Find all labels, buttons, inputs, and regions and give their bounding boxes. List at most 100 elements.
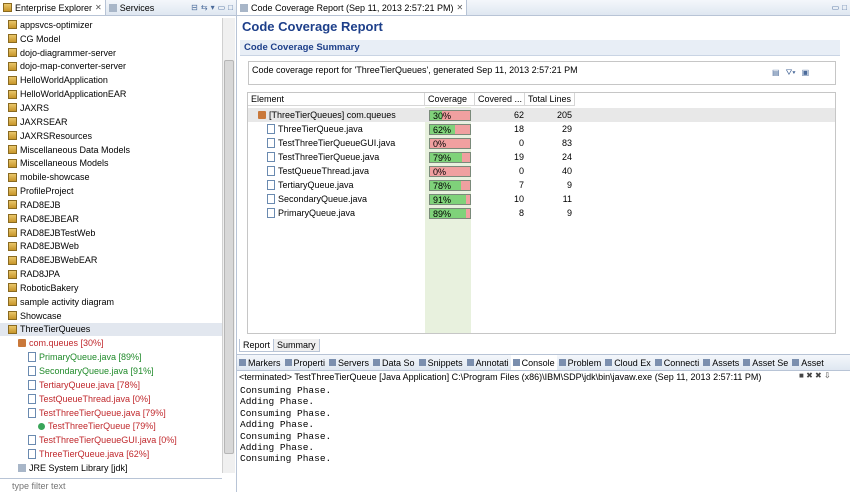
tab-services[interactable]: Services: [106, 0, 158, 15]
terminate-icon[interactable]: ■: [799, 371, 804, 380]
project-icon: [8, 324, 17, 334]
total-lines-cell: 9: [566, 208, 572, 218]
coverage-percent: 0%: [433, 166, 447, 177]
tree-item[interactable]: TestThreeTierQueue.java [79%]: [0, 406, 222, 420]
filter-icon[interactable]: ⛛▾: [786, 68, 796, 78]
tree-item[interactable]: sample activity diagram: [0, 295, 222, 309]
tree-item[interactable]: mobile-showcase: [0, 170, 222, 184]
tab-enterprise-explorer[interactable]: Enterprise Explorer ✕: [0, 0, 106, 15]
tree-item[interactable]: HelloWorldApplication: [0, 73, 222, 87]
remove-all-icon[interactable]: ✖: [815, 371, 822, 380]
editor-window-controls: ▭ □: [832, 3, 850, 12]
tab-code-coverage-report[interactable]: Code Coverage Report (Sep 11, 2013 2:57:…: [237, 0, 468, 15]
coverage-cell: 78%: [429, 179, 471, 191]
tab-data-so[interactable]: Data So: [371, 355, 417, 370]
tab-markers[interactable]: Markers: [237, 355, 283, 370]
tab-asset-se[interactable]: Asset Se: [741, 355, 790, 370]
tab-label: Enterprise Explorer: [15, 2, 93, 13]
tree-item[interactable]: RAD8EJBWebEAR: [0, 253, 222, 267]
tree-item[interactable]: JAXRSEAR: [0, 115, 222, 129]
java-file-icon: [28, 407, 36, 418]
tab-cloud-ex[interactable]: Cloud Ex: [603, 355, 653, 370]
filter-input[interactable]: [0, 480, 204, 492]
column-header-coverage[interactable]: Coverage: [425, 93, 475, 106]
tree-item[interactable]: ThreeTierQueues: [0, 322, 222, 337]
table-row[interactable]: TertiaryQueue.java 78% 7 9: [248, 178, 835, 192]
tree-item[interactable]: HelloWorldApplicationEAR: [0, 87, 222, 101]
tree-item[interactable]: ProfileProject: [0, 184, 222, 198]
tree-item-label: TestThreeTierQueueGUI.java [0%]: [39, 435, 177, 446]
table-row[interactable]: ThreeTierQueue.java 62% 18 29: [248, 122, 835, 136]
tab-snippets[interactable]: Snippets: [417, 355, 465, 370]
tree-item[interactable]: RoboticBakery: [0, 281, 222, 295]
tree-item[interactable]: Miscellaneous Models: [0, 156, 222, 170]
minimize-icon[interactable]: ▭: [832, 3, 840, 12]
project-icon: [8, 297, 17, 307]
tree-item[interactable]: com.queues [30%]: [0, 336, 222, 350]
tree-item[interactable]: ThreeTierQueue.java [62%]: [0, 447, 222, 461]
view-menu-icon[interactable]: ▾: [211, 3, 215, 12]
tree-item[interactable]: TestQueueThread.java [0%]: [0, 392, 222, 406]
tab-problem[interactable]: Problem: [557, 355, 604, 370]
tab-label: Snippets: [427, 357, 463, 368]
tree-item[interactable]: JAXRSResources: [0, 129, 222, 143]
minimize-icon[interactable]: ▭: [218, 3, 226, 12]
tree-item[interactable]: RAD8JPA: [0, 267, 222, 281]
tree-item[interactable]: TertiaryQueue.java [78%]: [0, 378, 222, 392]
scroll-lock-icon[interactable]: ⇩: [824, 371, 831, 380]
services-icon: [108, 3, 117, 12]
tree-item[interactable]: CG Model: [0, 32, 222, 46]
tree-item[interactable]: dojo-diagrammer-server: [0, 46, 222, 60]
table-row[interactable]: [ThreeTierQueues] com.queues 30% 62 205: [248, 108, 835, 122]
table-row[interactable]: SecondaryQueue.java 91% 10 11: [248, 192, 835, 206]
tab-asset[interactable]: Asset: [790, 355, 826, 370]
tree-item[interactable]: PrimaryQueue.java [89%]: [0, 350, 222, 364]
tab-connecti[interactable]: Connecti: [653, 355, 702, 370]
tree-item[interactable]: Showcase: [0, 309, 222, 323]
tree-item[interactable]: appsvcs-optimizer: [0, 18, 222, 32]
close-icon[interactable]: ✕: [95, 3, 102, 12]
tab-assets[interactable]: Assets: [701, 355, 741, 370]
maximize-icon[interactable]: □: [842, 3, 847, 12]
java-file-icon: [28, 393, 36, 404]
tab-annotati[interactable]: Annotati: [465, 355, 511, 370]
tree-item[interactable]: RAD8EJB: [0, 198, 222, 212]
tree-item[interactable]: SecondaryQueue.java [91%]: [0, 364, 222, 378]
close-icon[interactable]: ✕: [456, 3, 463, 12]
tree-item[interactable]: dojo-map-converter-server: [0, 60, 222, 74]
export-icon[interactable]: ▣: [802, 68, 810, 78]
scrollbar-thumb[interactable]: [224, 60, 234, 454]
table-row[interactable]: TestQueueThread.java 0% 0 40: [248, 164, 835, 178]
console-line: Consuming Phase.: [240, 407, 332, 419]
remove-launch-icon[interactable]: ✖: [806, 371, 813, 380]
tree-item[interactable]: TestThreeTierQueue [79%]: [0, 419, 222, 433]
tree-item[interactable]: RAD8EJBEAR: [0, 212, 222, 226]
project-icon: [8, 200, 17, 210]
tab-properti[interactable]: Properti: [283, 355, 328, 370]
collapse-all-icon[interactable]: ⊟: [191, 3, 198, 12]
tree-item[interactable]: Miscellaneous Data Models: [0, 143, 222, 157]
link-editor-icon[interactable]: ⇆: [201, 3, 208, 12]
table-row[interactable]: PrimaryQueue.java 89% 8 9: [248, 206, 835, 220]
element-name: [ThreeTierQueues] com.queues: [269, 110, 396, 120]
layout-icon[interactable]: ▤: [772, 68, 780, 78]
tree-item[interactable]: RAD8EJBTestWeb: [0, 226, 222, 240]
tab-servers[interactable]: Servers: [327, 355, 371, 370]
tab-summary[interactable]: Summary: [274, 339, 320, 352]
column-header-covered[interactable]: Covered ...: [475, 93, 525, 106]
column-header-total-lines[interactable]: Total Lines: [525, 93, 575, 106]
tree-item[interactable]: RAD8EJBWeb: [0, 240, 222, 254]
tree-item[interactable]: TestThreeTierQueueGUI.java [0%]: [0, 433, 222, 447]
table-row[interactable]: TestThreeTierQueueGUI.java 0% 0 83: [248, 136, 835, 150]
tree-item-label: dojo-map-converter-server: [20, 61, 127, 72]
tab-report[interactable]: Report: [239, 339, 275, 352]
maximize-icon[interactable]: □: [228, 3, 233, 12]
column-header-element[interactable]: Element: [248, 93, 425, 106]
tree-item-label: Showcase: [20, 310, 62, 321]
table-row[interactable]: TestThreeTierQueue.java 79% 19 24: [248, 150, 835, 164]
tab-console[interactable]: Console: [510, 355, 557, 370]
tree-item[interactable]: JRE System Library [jdk]: [0, 461, 222, 473]
tree-item[interactable]: JAXRS: [0, 101, 222, 115]
element-cell: TestQueueThread.java: [248, 166, 443, 176]
java-file-icon: [267, 152, 275, 162]
